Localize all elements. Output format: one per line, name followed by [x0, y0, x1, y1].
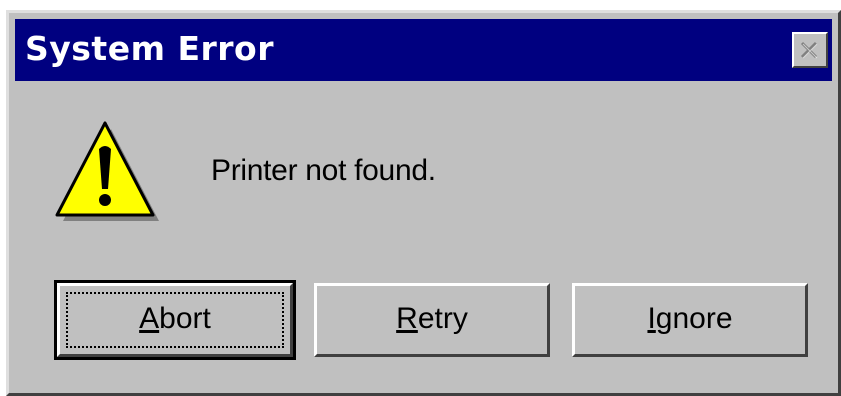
retry-button-label: Retry — [396, 302, 468, 335]
retry-label-rest: etry — [417, 302, 468, 335]
close-button[interactable] — [792, 32, 828, 68]
error-message: Printer not found. — [211, 154, 436, 187]
window-title: System Error — [25, 29, 274, 68]
title-bar[interactable]: System Error — [15, 19, 832, 81]
ignore-button-label: Ignore — [647, 302, 732, 335]
abort-label-rest: bort — [159, 302, 211, 335]
ignore-accelerator: I — [647, 302, 656, 335]
abort-button[interactable]: Abort — [54, 280, 296, 360]
ignore-label-rest: gnore — [655, 302, 733, 335]
abort-button-label: Abort — [139, 302, 211, 335]
abort-accelerator: A — [139, 302, 160, 335]
warning-icon — [55, 121, 159, 221]
retry-accelerator: R — [396, 302, 418, 335]
close-icon — [800, 41, 818, 59]
system-error-dialog: System Error Printer not found. Abort Re… — [6, 10, 841, 396]
ignore-button[interactable]: Ignore — [572, 283, 808, 357]
retry-button[interactable]: Retry — [314, 283, 550, 357]
